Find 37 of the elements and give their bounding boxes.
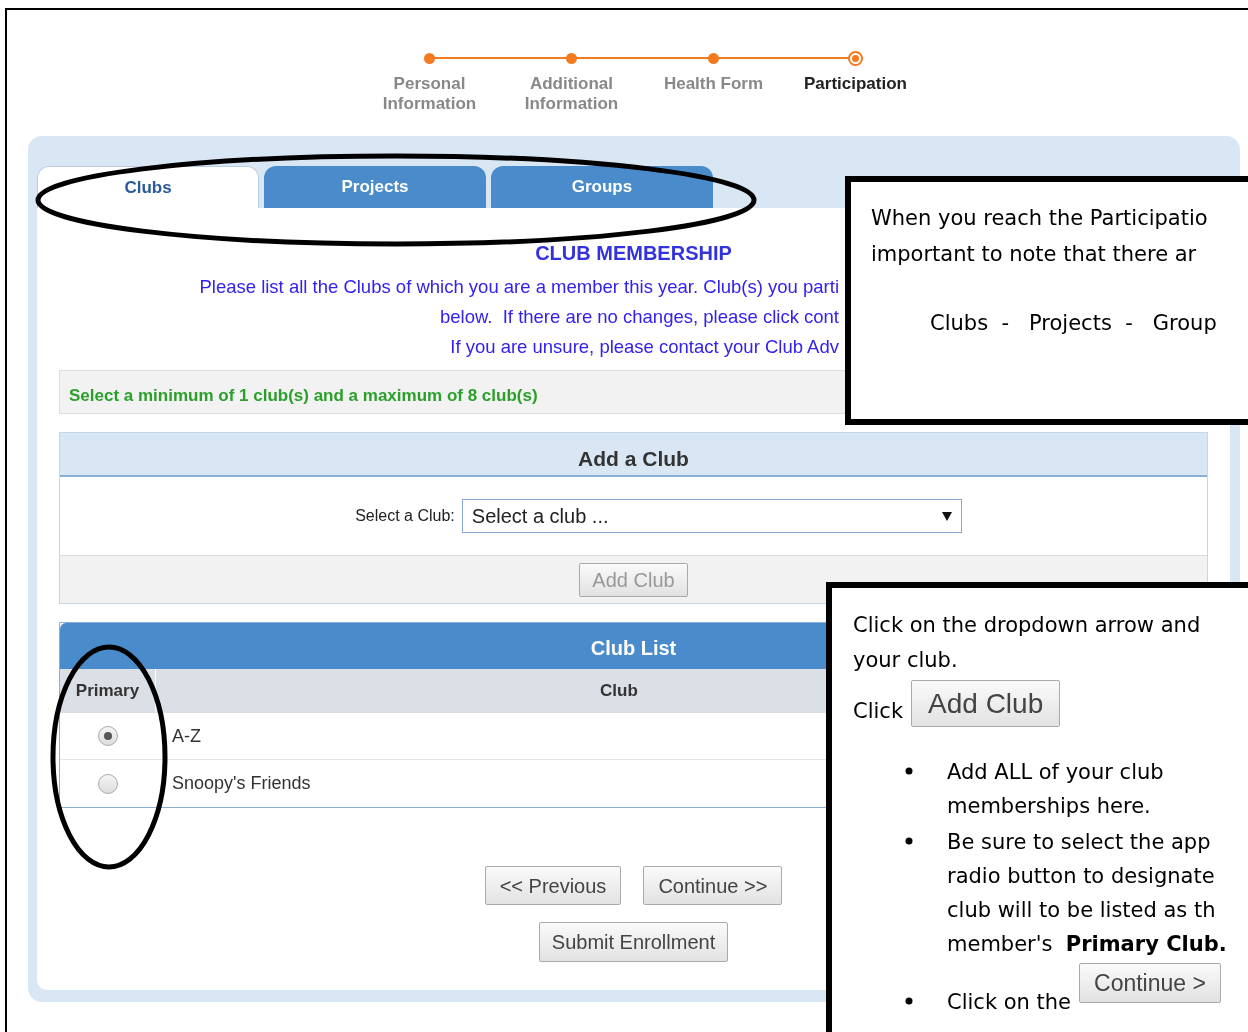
intro-text: below. If there are no changes, please click cont [440, 305, 839, 329]
bullet-icon [905, 767, 913, 775]
bullet-text: Be sure to select the app radio button to designate club will to be listed as th member's Primary Club. [947, 829, 1227, 958]
panel-header: Add a Club [60, 433, 1207, 477]
callout-text: When you reach the Participatio [871, 205, 1209, 232]
column-header: Primary [75, 679, 140, 702]
intro-text: If you are unsure, please contact your Club Adv [450, 335, 839, 359]
intro-text: Please list all the Clubs of which you are a member this year. Club(s) you parti [199, 275, 839, 299]
step-label[interactable]: Personal Information [374, 74, 485, 114]
continue-button[interactable]: Continue > [1079, 963, 1221, 1003]
callout-text: Click [853, 697, 904, 725]
select-label: Select a Club: [355, 506, 455, 526]
club-dropdown[interactable]: Select a club ... [461, 499, 962, 533]
add-club-button[interactable]: Add Club [911, 680, 1061, 727]
step-label[interactable]: Participation [800, 74, 911, 94]
callout-text: Clubs - Projects - Group [930, 310, 1218, 337]
bullet-icon [905, 997, 913, 1005]
section-heading: CLUB MEMBERSHIP [535, 241, 732, 266]
bullet-icon [905, 837, 913, 845]
tab[interactable]: Groups [491, 166, 713, 208]
notice-text: Select a minimum of 1 club(s) and a maximum of 8 club(s) [69, 386, 538, 405]
tab[interactable]: Projects [264, 166, 486, 208]
previous-button[interactable]: << Previous [484, 866, 622, 905]
dropdown-arrow-icon [941, 511, 952, 521]
bullet-text: Add ALL of your club memberships here. [947, 759, 1164, 820]
radio-button[interactable] [98, 773, 118, 794]
bullet-text: Click on the [947, 989, 1071, 1016]
radio-button[interactable] [98, 726, 118, 746]
callout-text: important to note that there ar [871, 241, 1198, 268]
column-header: Club [600, 679, 638, 702]
step-label[interactable]: Health Form [658, 74, 769, 94]
table-cell-text: A-Z [172, 724, 201, 748]
step-label[interactable]: Additional Information [516, 74, 627, 114]
table-cell-text: Snoopy's Friends [172, 772, 311, 795]
continue-button[interactable]: Continue >> [643, 866, 783, 905]
tab[interactable]: Clubs [37, 166, 259, 208]
submit-button[interactable]: Submit Enrollment [538, 922, 729, 962]
